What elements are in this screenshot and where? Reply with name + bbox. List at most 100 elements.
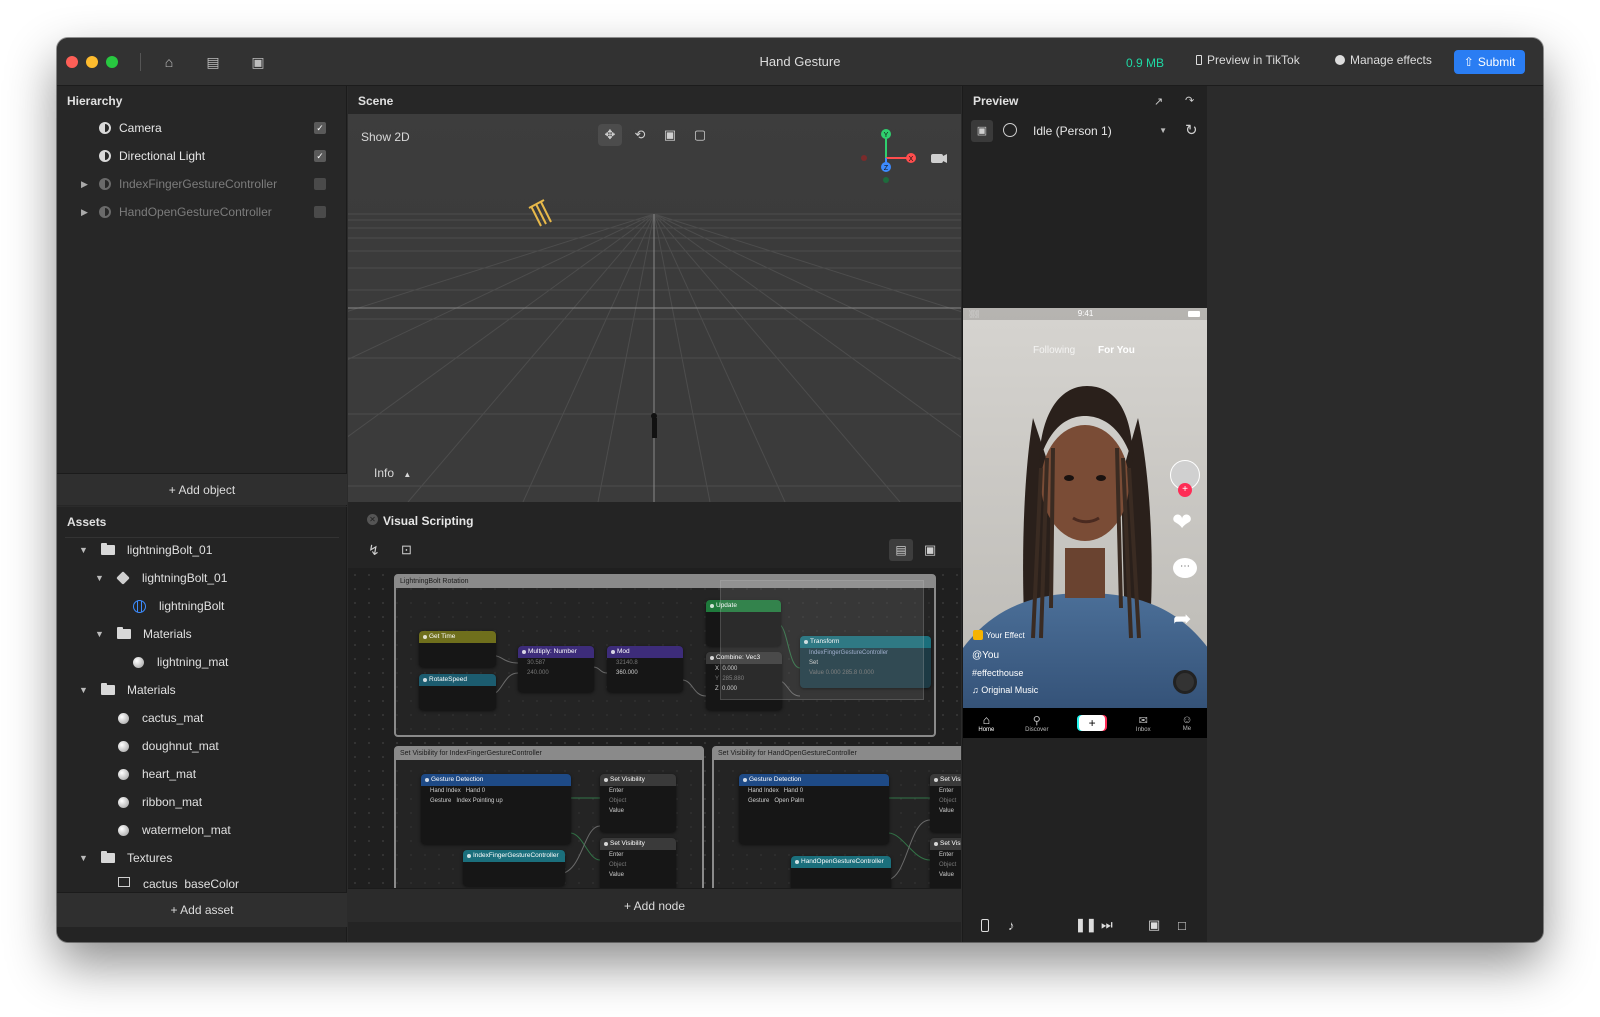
preview-in-tiktok-button[interactable]: Preview in TikTok [1196, 53, 1300, 67]
node-input-b[interactable]: 360.000 [607, 668, 683, 678]
node-input-b[interactable]: 240.000 [518, 668, 594, 678]
like-heart-icon[interactable]: ❤ [1172, 508, 1192, 537]
node-gesture-detection-index[interactable]: Gesture Detection Hand Index Hand 0 Gest… [421, 774, 571, 844]
node-hand-open-controller[interactable]: HandOpenGestureController [791, 856, 891, 888]
scale-tool-icon[interactable]: ▣ [658, 124, 682, 146]
node-enter[interactable]: Enter [930, 850, 961, 860]
node-get-time[interactable]: Get Time [419, 631, 496, 667]
asset-model-lightningbolt[interactable]: ▼ lightningBolt_01 [95, 565, 227, 591]
nav-home[interactable]: ⌂ Home [978, 713, 994, 733]
visibility-checkbox[interactable] [314, 178, 326, 190]
node-value[interactable]: Value [600, 806, 676, 816]
node-enter[interactable]: Enter [600, 850, 676, 860]
visibility-checkbox[interactable]: ✓ [314, 122, 326, 134]
asset-material-watermelon[interactable]: watermelon_mat [118, 817, 231, 843]
comment-icon[interactable]: ⋯ [1173, 558, 1197, 578]
node-multiply-number[interactable]: Multiply: Number 30.587 240.000 [518, 646, 594, 692]
info-toggle[interactable]: Info ▲ [374, 466, 411, 480]
visibility-checkbox[interactable]: ✓ [314, 150, 326, 162]
show-2d-toggle[interactable]: Show 2D [361, 130, 410, 144]
nav-me[interactable]: ☺ Me [1181, 714, 1192, 732]
crop-icon[interactable]: ▣ [1148, 917, 1160, 933]
copy-icon[interactable]: ▣ [971, 120, 993, 142]
hierarchy-item-camera[interactable]: Camera ✓ [57, 114, 347, 142]
node-object[interactable]: Object [930, 860, 961, 870]
node-mod[interactable]: Mod 32140.8 360.000 [607, 646, 683, 692]
add-asset-button[interactable]: + Add asset [57, 892, 347, 927]
node-set-visibility-index-2[interactable]: Set Visibility Enter Object Value [600, 838, 676, 888]
refresh-icon[interactable]: ↻ [1185, 121, 1198, 139]
add-object-button[interactable]: + Add object [57, 473, 347, 505]
node-rotate-speed[interactable]: RotateSpeed [419, 674, 496, 710]
node-hand-index[interactable]: Hand Index Hand 0 [739, 786, 889, 796]
music-disc-icon[interactable] [1173, 670, 1197, 694]
collapse-arrow-icon[interactable]: ▼ [79, 853, 93, 863]
collapse-arrow-icon[interactable]: ▼ [95, 629, 109, 639]
node-input-a[interactable]: 30.587 [518, 658, 594, 668]
minimap-icon[interactable]: ▤ [889, 539, 913, 561]
asset-mesh-lightningbolt[interactable]: lightningBolt [133, 593, 224, 619]
node-hand-index[interactable]: Hand Index Hand 0 [421, 786, 571, 796]
move-tool-icon[interactable]: ✥ [598, 124, 622, 146]
follow-plus-icon[interactable]: + [1178, 483, 1192, 497]
asset-folder-textures[interactable]: ▼ Textures [79, 845, 172, 871]
screenshot-icon[interactable]: □ [1178, 918, 1186, 933]
node-index-finger-controller[interactable]: IndexFingerGestureController [463, 850, 565, 886]
node-gesture[interactable]: Gesture Open Palm [739, 796, 889, 806]
preview-source-select[interactable]: Idle (Person 1) ▼ [1023, 121, 1173, 141]
collapse-arrow-icon[interactable]: ▼ [79, 545, 93, 555]
node-value[interactable]: Value [600, 870, 676, 880]
rotate-tool-icon[interactable]: ⟲ [628, 124, 652, 146]
share-arrow-icon[interactable]: ➦ [1173, 606, 1191, 632]
node-object[interactable]: Object [600, 796, 676, 806]
asset-material-doughnut[interactable]: doughnut_mat [118, 733, 219, 759]
tab-for-you[interactable]: For You [1098, 345, 1135, 356]
node-input-a[interactable]: 32140.8 [607, 658, 683, 668]
nav-discover[interactable]: ⚲ Discover [1025, 714, 1048, 733]
node-enter[interactable]: Enter [930, 786, 961, 796]
rect-tool-icon[interactable]: ▢ [688, 124, 712, 146]
node-value[interactable]: Value [930, 870, 961, 880]
asset-texture-cactus[interactable]: cactus_baseColor [118, 873, 239, 889]
node-set-visibility-open-2[interactable]: Set Visibility Enter Object Value [930, 838, 961, 888]
asset-material-heart[interactable]: heart_mat [118, 761, 196, 787]
your-effect-tag[interactable]: Your Effect [973, 630, 1025, 640]
node-set-visibility-index-1[interactable]: Set Visibility Enter Object Value [600, 774, 676, 832]
asset-material-ribbon[interactable]: ribbon_mat [118, 789, 202, 815]
node-enter[interactable]: Enter [600, 786, 676, 796]
scene-viewport[interactable]: Y X Z Show 2D ✥ ⟲ ▣ ▢ Info ▲ [348, 114, 961, 502]
expand-arrow-icon[interactable]: ▶ [81, 179, 88, 190]
camera-mode-icon[interactable] [1003, 123, 1017, 137]
asset-material-cactus[interactable]: cactus_mat [118, 705, 203, 731]
manage-effects-button[interactable]: Manage effects [1335, 53, 1432, 67]
asset-material-lightning[interactable]: lightning_mat [133, 649, 228, 675]
node-value[interactable]: Value [930, 806, 961, 816]
hierarchy-item-directional-light[interactable]: Directional Light ✓ [57, 142, 347, 170]
export-icon[interactable]: ↷ [1185, 94, 1194, 107]
node-gesture-detection-open[interactable]: Gesture Detection Hand Index Hand 0 Gest… [739, 774, 889, 844]
asset-folder-materials[interactable]: ▼ Materials [79, 677, 176, 703]
expand-arrow-icon[interactable]: ▶ [81, 207, 88, 218]
nav-inbox[interactable]: ✉ Inbox [1136, 714, 1151, 733]
connect-tool-icon[interactable]: ↯ [368, 542, 380, 559]
node-graph-canvas[interactable]: LightningBolt Rotation Get Time RotateSp… [348, 568, 961, 888]
hierarchy-item-hand-open-controller[interactable]: ▶ HandOpenGestureController [57, 198, 347, 226]
close-icon[interactable]: ✕ [367, 514, 378, 525]
device-icon[interactable] [981, 918, 989, 932]
collapse-arrow-icon[interactable]: ▼ [79, 685, 93, 695]
step-forward-icon[interactable]: ⏭ [1101, 917, 1113, 933]
nav-create[interactable]: + [1079, 715, 1106, 731]
tiktok-icon[interactable]: ♪ [1008, 918, 1015, 933]
group-tool-icon[interactable]: ⊡ [401, 542, 412, 558]
node-object[interactable]: Object [600, 860, 676, 870]
asset-folder-materials[interactable]: ▼ Materials [95, 621, 192, 647]
tab-following[interactable]: Following [1033, 345, 1075, 356]
hierarchy-item-index-finger-controller[interactable]: ▶ IndexFingerGestureController [57, 170, 347, 198]
node-set-visibility-open-1[interactable]: Set Visibility Enter Object Value [930, 774, 961, 832]
fit-view-icon[interactable]: ▣ [924, 542, 936, 558]
add-node-button[interactable]: + Add node [348, 888, 961, 922]
collapse-arrow-icon[interactable]: ▼ [95, 573, 109, 583]
node-gesture[interactable]: Gesture Index Pointing up [421, 796, 571, 806]
external-link-icon[interactable]: ↗ [1154, 95, 1163, 108]
asset-folder-lightningbolt[interactable]: ▼ lightningBolt_01 [79, 537, 212, 563]
